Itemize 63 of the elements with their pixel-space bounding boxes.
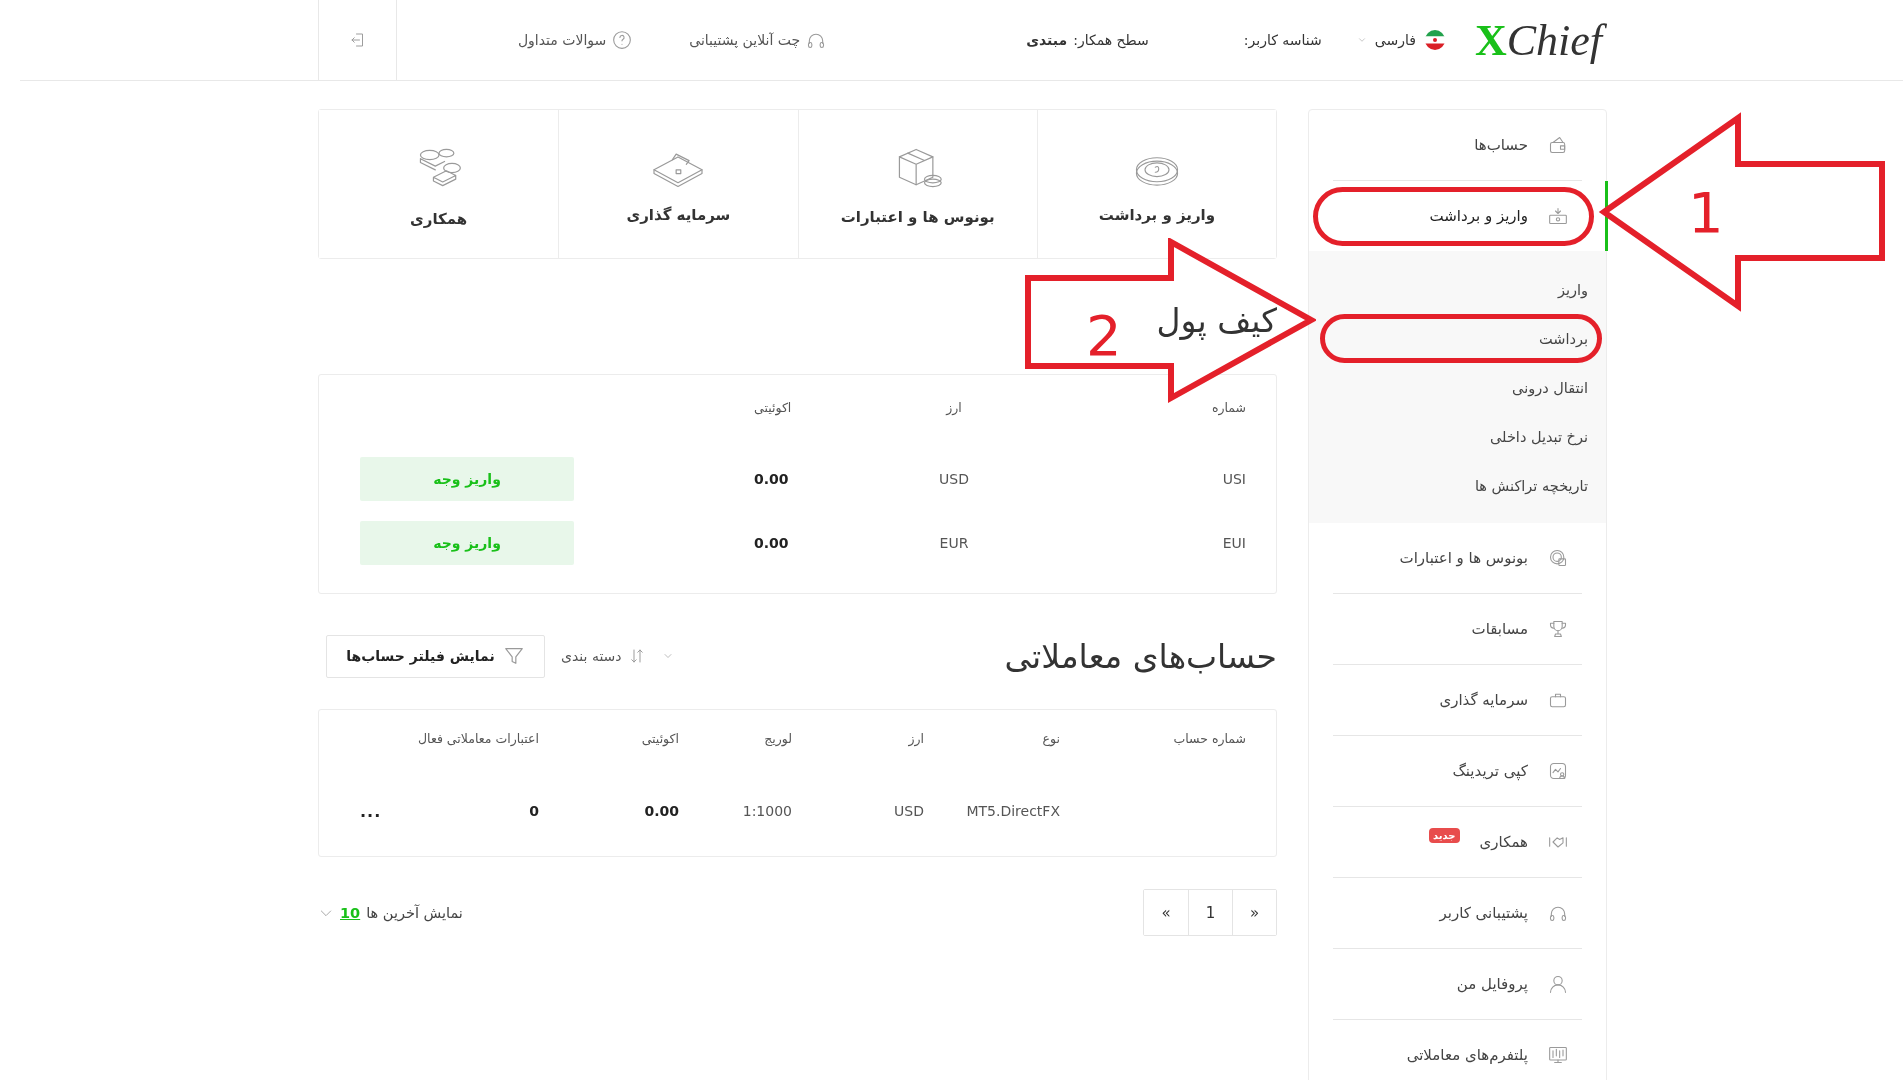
language-selector[interactable]: فارسی — [1374, 32, 1416, 48]
help-icon — [612, 30, 633, 50]
column-header: لوریج — [763, 730, 792, 746]
filter-icon — [502, 645, 525, 667]
column-header: ارز — [944, 399, 963, 415]
table-cell-text: USD — [938, 471, 970, 487]
column-header: اکوئیتی — [754, 399, 793, 415]
table-cell-text: 1:1000 — [741, 803, 792, 819]
page-title: کیف پول — [1156, 300, 1277, 342]
column-header: ارز — [907, 730, 924, 746]
sidebar-item[interactable]: پشتیبانی کاربر — [1309, 878, 1606, 948]
sidebar-item[interactable]: همکاری جدید — [1309, 807, 1606, 877]
shortcut-card[interactable]: واریز و برداشت — [1036, 110, 1276, 258]
table-cell-text: 0.00 — [754, 471, 790, 487]
submenu-item[interactable]: انتقال درونی — [1309, 363, 1606, 412]
partner-level: سطح همکار: مبتدی — [1026, 32, 1149, 48]
submenu-item[interactable]: برداشت — [1309, 314, 1606, 363]
submenu-item[interactable]: تاریخچه تراکنش ها — [1309, 461, 1606, 510]
submenu-item[interactable]: واریز — [1309, 265, 1606, 314]
logout-button[interactable] — [318, 0, 397, 80]
column-header: شماره حساب — [1172, 730, 1246, 746]
table-cell-text: 0.00 — [754, 535, 790, 551]
table-cell-text: EUR — [938, 535, 970, 551]
monitor-chart-icon — [1548, 1045, 1568, 1065]
table-cell-text: 0 — [528, 803, 539, 819]
flag-icon — [1423, 29, 1446, 51]
more-menu[interactable]: ... — [360, 801, 405, 821]
sidebar-item[interactable]: سرمایه گذاری — [1309, 665, 1606, 735]
table-cell-text: 0.00 — [643, 803, 679, 819]
user-id-label: شناسه کاربر: — [1243, 32, 1322, 48]
logo[interactable]: XChief — [1472, 12, 1610, 68]
submenu-item[interactable]: نرخ تبدیل داخلی — [1309, 412, 1606, 461]
sidebar-item[interactable]: پروفایل من — [1309, 949, 1606, 1019]
step-number: 1 — [1688, 185, 1724, 241]
column-header: شماره — [1210, 399, 1246, 415]
support-chat-link[interactable]: چت آنلاین پشتیبانی — [689, 30, 827, 50]
sidebar-item[interactable]: حساب‌ها — [1309, 110, 1606, 180]
sidebar-item[interactable]: پلتفرم‌های معاملاتی — [1309, 1020, 1606, 1080]
chart-user-icon — [1548, 761, 1568, 781]
column-header: نوع — [1041, 730, 1060, 746]
table-cell-text: EUI — [1221, 535, 1246, 551]
section-title: حساب‌های معاملاتی — [1004, 636, 1277, 676]
sort-dropdown[interactable]: دسته بندی — [555, 646, 652, 666]
sidebar-item[interactable]: کپی تریدینگ — [1309, 736, 1606, 806]
trophy-icon — [1548, 619, 1568, 639]
caret-icon — [1356, 35, 1367, 45]
user-icon — [1548, 974, 1568, 994]
faq-link[interactable]: سوالات متداول — [517, 30, 633, 50]
table-cell-text: USI — [1221, 471, 1246, 487]
coins-icon — [1548, 548, 1568, 568]
sidebar-item[interactable]: بونوس ها و اعتبارات — [1309, 523, 1606, 593]
sidebar-item[interactable]: واریز و برداشت — [1309, 181, 1606, 251]
wallet-icon — [1548, 135, 1568, 155]
page-button[interactable]: « — [1232, 890, 1276, 935]
sidebar-item[interactable]: مسابقات — [1309, 594, 1606, 664]
step-number: 2 — [1086, 308, 1122, 364]
filter-button[interactable]: نمایش فیلتر حساب‌ها — [326, 634, 545, 678]
new-badge: جدید — [1429, 827, 1460, 843]
table-cell-text: USD — [893, 803, 924, 819]
cash-icon — [1548, 206, 1568, 226]
column-header: اعتبارات معاملاتی فعال — [417, 730, 539, 746]
column-header: اکوئیتی — [640, 730, 679, 746]
table-cell-text: MT5.DirectFX — [965, 803, 1060, 819]
